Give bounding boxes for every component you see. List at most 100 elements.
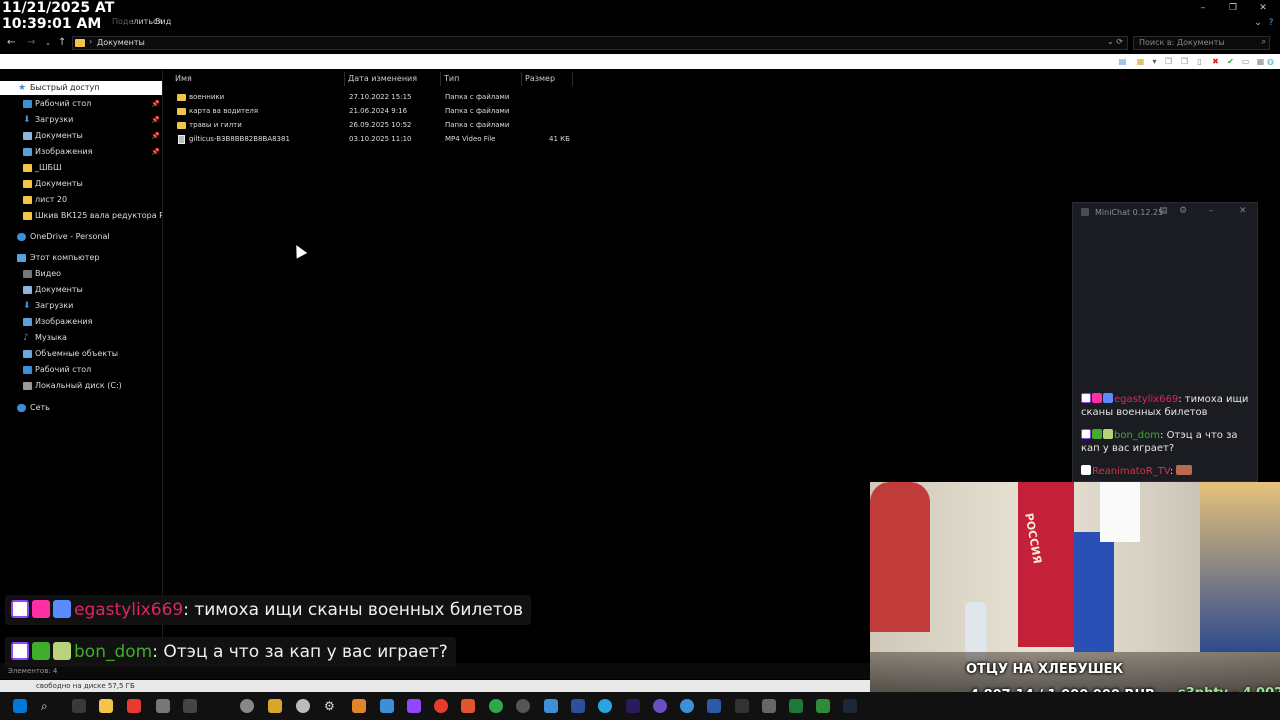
app-icon[interactable] [762, 699, 776, 713]
delete-icon[interactable]: ✖ [1211, 57, 1220, 66]
pane-divider[interactable] [162, 70, 163, 670]
app-icon[interactable] [183, 699, 197, 713]
gear-icon[interactable]: ⚙ [1179, 206, 1187, 216]
nav-item-pc-desktop[interactable]: Рабочий стол [0, 363, 162, 377]
app-icon[interactable] [268, 699, 282, 713]
minimize-icon[interactable]: – [1209, 206, 1214, 216]
column-divider[interactable] [521, 72, 522, 86]
chat-username[interactable]: ReanimatoR_TV [1092, 466, 1170, 477]
list-icon[interactable]: ▤ [1159, 206, 1168, 216]
column-header-type[interactable]: Тип [444, 72, 459, 86]
nav-item-documents[interactable]: Документы 📌 [0, 129, 162, 143]
app-icon[interactable] [571, 699, 585, 713]
ribbon-tab-view[interactable]: Вид [155, 17, 171, 26]
folder-icon [23, 164, 32, 172]
app-icon[interactable] [380, 699, 394, 713]
help-icon[interactable]: ? [1262, 17, 1280, 29]
check-icon[interactable]: ✔ [1226, 57, 1235, 66]
brave-icon[interactable] [461, 699, 475, 713]
stream-chat-username: egastylix669 [74, 600, 184, 620]
up-icon[interactable]: ↑ [58, 36, 66, 50]
stream-chat-message: egastylix669: тимоха ищи сканы военных б… [5, 595, 532, 625]
nav-item-music[interactable]: ♪ Музыка [0, 331, 162, 345]
restore-icon[interactable]: ❐ [1224, 2, 1242, 14]
twitch-icon [11, 642, 29, 660]
app-icon[interactable] [735, 699, 749, 713]
column-header-size[interactable]: Размер [525, 72, 555, 86]
address-bar[interactable]: › Документы ⌄ ⟳ [72, 36, 1128, 50]
nav-item-documents-folder[interactable]: Документы [0, 177, 162, 191]
telegram-icon[interactable] [598, 699, 612, 713]
nav-item-pc-downloads[interactable]: ⬇ Загрузки [0, 299, 162, 313]
nav-item-pc-pictures[interactable]: Изображения [0, 315, 162, 329]
breadcrumb[interactable]: Документы [97, 38, 145, 47]
table-row[interactable]: карта ва водителя 21.06.2024 9:16 Папка … [170, 104, 580, 118]
globe-icon[interactable]: ◍ [1266, 57, 1275, 66]
app-icon[interactable] [407, 699, 421, 713]
details-view-icon[interactable]: ▤ [1118, 57, 1127, 66]
dropdown-icon[interactable]: ▾ [1150, 57, 1159, 66]
app-icon[interactable] [516, 699, 530, 713]
webcam-overlay: РОССИЯ ОТЦУ НА ХЛЕБУШЕК 4 807.14 / 1 000… [870, 482, 1280, 720]
nav-item-local-disk[interactable]: Локальный диск (C:) [0, 379, 162, 393]
chat-username[interactable]: bon_dom [1114, 430, 1160, 441]
start-icon[interactable] [13, 699, 27, 713]
copy-icon[interactable]: ❐ [1164, 57, 1173, 66]
app-icon[interactable] [240, 699, 254, 713]
nav-item-video[interactable]: Видео [0, 267, 162, 281]
premiere-icon[interactable] [626, 699, 640, 713]
nav-item-downloads[interactable]: ⬇ Загрузки 📌 [0, 113, 162, 127]
page-icon[interactable]: ▯ [1195, 57, 1204, 66]
nav-item-quick-access[interactable]: ★ Быстрый доступ [0, 81, 162, 95]
yandex-icon[interactable] [127, 699, 141, 713]
file-explorer-icon[interactable] [99, 699, 113, 713]
steam-icon[interactable] [843, 699, 857, 713]
search-input[interactable]: Поиск в: Документы ⌕ [1133, 36, 1270, 50]
back-icon[interactable]: ← [7, 36, 15, 50]
table-row[interactable]: gilticus-B3B8BB82B8BA8381 03.10.2025 11:… [170, 132, 580, 146]
table-row[interactable]: травы и гилти 26.09.2025 10:52 Папка с ф… [170, 118, 580, 132]
nav-item-list20[interactable]: лист 20 [0, 193, 162, 207]
app-icon[interactable] [296, 699, 310, 713]
app-icon[interactable] [544, 699, 558, 713]
column-divider[interactable] [344, 72, 345, 86]
new-folder-icon[interactable]: ▦ [1256, 57, 1265, 66]
minimize-icon[interactable]: – [1194, 2, 1212, 14]
app-icon[interactable] [156, 699, 170, 713]
nav-item-shbsh[interactable]: _ШБШ [0, 161, 162, 175]
close-icon[interactable]: ✕ [1254, 2, 1272, 14]
close-icon[interactable]: ✕ [1239, 206, 1247, 216]
pictures-icon [23, 318, 32, 326]
nav-item-onedrive[interactable]: OneDrive - Personal [0, 230, 162, 244]
nav-item-pc-documents[interactable]: Документы [0, 283, 162, 297]
nav-item-3d-objects[interactable]: Объемные объекты [0, 347, 162, 361]
gear-icon[interactable]: ⚙ [324, 699, 338, 713]
app-icon[interactable] [352, 699, 366, 713]
recent-chevron-icon[interactable]: ⌄ [45, 36, 51, 50]
app-icon[interactable] [489, 699, 503, 713]
nav-item-desktop[interactable]: Рабочий стол 📌 [0, 97, 162, 111]
chat-username[interactable]: egastylix669 [1114, 394, 1178, 405]
task-view-icon[interactable] [72, 699, 86, 713]
table-row[interactable]: военники 27.10.2022 15:15 Папка с файлам… [170, 90, 580, 104]
app-icon[interactable] [816, 699, 830, 713]
rename-icon[interactable]: ▭ [1241, 57, 1250, 66]
nav-item-network[interactable]: Сеть [0, 401, 162, 415]
edge-icon[interactable] [680, 699, 694, 713]
column-header-date[interactable]: Дата изменения [348, 72, 417, 86]
nav-item-pictures[interactable]: Изображения 📌 [0, 145, 162, 159]
paste-icon[interactable]: ❒ [1180, 57, 1189, 66]
forward-icon[interactable]: → [27, 36, 35, 50]
nav-item-this-pc[interactable]: Этот компьютер [0, 251, 162, 265]
nav-item-pulley[interactable]: Шкив ВК125 вала редуктора PDW1 [0, 209, 162, 223]
properties-icon[interactable]: ▦ [1136, 57, 1145, 66]
search-icon[interactable]: ⌕ [41, 699, 55, 713]
refresh-icon[interactable]: ⌄ ⟳ [1107, 37, 1123, 46]
column-divider[interactable] [572, 72, 573, 86]
word-icon[interactable] [707, 699, 721, 713]
opera-icon[interactable] [434, 699, 448, 713]
column-header-name[interactable]: Имя [175, 72, 192, 86]
app-icon[interactable] [653, 699, 667, 713]
excel-icon[interactable] [789, 699, 803, 713]
column-divider[interactable] [440, 72, 441, 86]
